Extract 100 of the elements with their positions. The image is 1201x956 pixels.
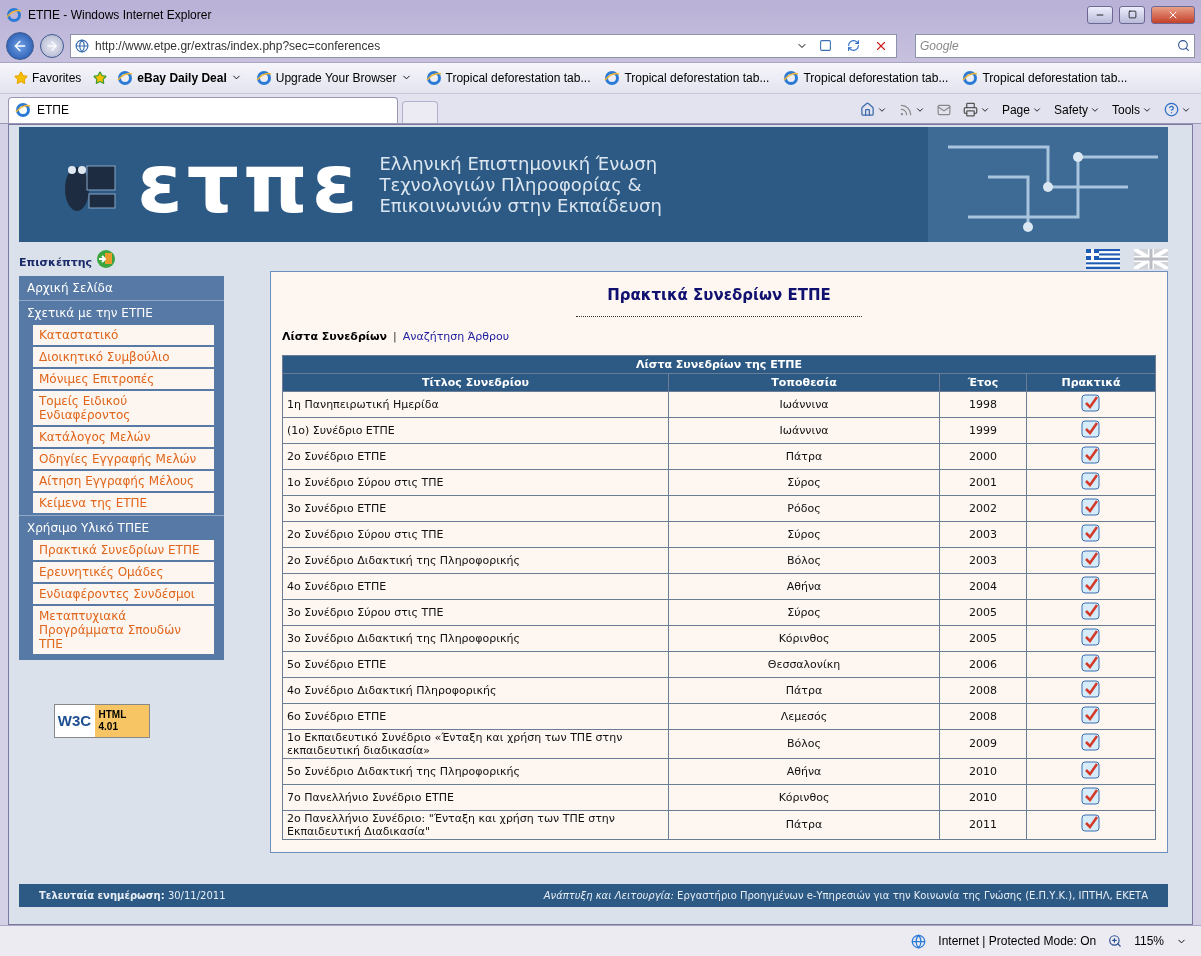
table-cell: Βόλος (668, 547, 940, 574)
add-favorite-icon[interactable] (93, 70, 108, 85)
document-edit-icon[interactable] (1081, 471, 1101, 490)
document-edit-icon[interactable] (1081, 814, 1101, 833)
table-cell: Σύρος (668, 469, 940, 496)
address-field[interactable]: http://www.etpe.gr/extras/index.php?sec=conferences (95, 38, 790, 53)
table-cell: Πάτρα (668, 443, 940, 470)
page-title: Πρακτικά Συνεδρίων ΕΤΠΕ (606, 285, 832, 304)
table-cell: 2000 (939, 443, 1027, 470)
table-cell: 2009 (939, 729, 1027, 759)
document-edit-icon[interactable] (1081, 575, 1101, 594)
close-button[interactable] (1151, 6, 1195, 24)
favorites-button[interactable]: Favorites (8, 68, 88, 87)
table-cell: 2010 (939, 784, 1027, 811)
table-cell: 5ο Συνέδριο Διδακτική της Πληροφορικής (282, 758, 669, 785)
browser-logo-icon (783, 69, 800, 86)
maximize-button[interactable] (1119, 6, 1145, 24)
menu-button[interactable]: Tools (1110, 102, 1154, 117)
sidebar-heading[interactable]: Σχετικά με την ΕΤΠΕ (19, 299, 224, 325)
table-cell: Αθήνα (668, 758, 940, 785)
table-cell: Βόλος (668, 729, 940, 759)
list-link[interactable]: Αναζήτηση Άρθρου (402, 329, 510, 343)
organization-name: Ελληνική Επιστημονική Ένωση (379, 152, 659, 174)
greek-flag-icon[interactable] (1086, 248, 1120, 269)
table-cell: 2005 (939, 625, 1027, 652)
favorite-link[interactable]: Upgrade Your Browser (251, 67, 416, 88)
table-cell: 2011 (939, 810, 1027, 840)
search-icon[interactable] (1177, 39, 1190, 53)
table-cell: Ρόδος (668, 495, 940, 522)
table-cell: 1η Πανηπειρωτική Ημερίδα (282, 391, 669, 418)
table-cell: 5ο Συνέδριο ΕΤΠΕ (282, 651, 669, 678)
home-icon (859, 102, 875, 118)
site-logo: ετπε (137, 143, 362, 226)
document-edit-icon[interactable] (1081, 497, 1101, 516)
browser-logo-icon (425, 69, 442, 86)
document-edit-icon[interactable] (1081, 786, 1101, 805)
star-icon (14, 70, 28, 85)
table-cell: 2ο Συνέδριο Σύρου στις ΤΠΕ (282, 521, 669, 548)
browser-logo-icon (604, 69, 621, 86)
list-link[interactable]: Λίστα Συνεδρίων (282, 329, 388, 343)
document-edit-icon[interactable] (1081, 705, 1101, 724)
search-bar[interactable]: Google (915, 33, 1195, 58)
document-edit-icon[interactable] (1081, 393, 1101, 412)
table-cell: 2002 (939, 495, 1027, 522)
table-cell: 4ο Συνέδριο ΕΤΠΕ (282, 573, 669, 600)
table-cell: Θεσσαλονίκη (668, 651, 940, 678)
table-cell: 2010 (939, 758, 1027, 785)
table-cell: 4ο Συνέδριο Διδακτική Πληροφορικής (282, 677, 669, 704)
organization-name: Τεχνολογιών Πληροφορίας & (379, 173, 642, 195)
favorite-link[interactable]: Tropical deforestation tab... (779, 67, 953, 88)
separator: | (393, 329, 397, 343)
browser-logo-icon (15, 102, 31, 119)
document-edit-icon[interactable] (1081, 419, 1101, 438)
browser-logo-icon (117, 69, 134, 86)
document-edit-icon[interactable] (1081, 601, 1101, 620)
zoom-level[interactable]: 115% (1134, 934, 1164, 948)
table-cell: Αθήνα (668, 573, 940, 600)
table-cell: Κόρινθος (668, 625, 940, 652)
table-cell: 7ο Πανελλήνιο Συνέδριο ΕΤΠΕ (282, 784, 669, 811)
menu-button[interactable]: Safety (1051, 102, 1102, 117)
table-cell: 6ο Συνέδριο ΕΤΠΕ (282, 703, 669, 730)
login-icon[interactable] (96, 248, 117, 269)
browser-tab[interactable]: ΕΤΠΕ (8, 96, 398, 123)
document-edit-icon[interactable] (1081, 445, 1101, 464)
zoom-icon[interactable] (1108, 934, 1123, 948)
document-edit-icon[interactable] (1081, 760, 1101, 779)
document-edit-icon[interactable] (1081, 679, 1101, 698)
document-edit-icon[interactable] (1081, 523, 1101, 542)
browser-logo-icon (255, 69, 272, 86)
favorite-link[interactable]: Tropical deforestation tab... (958, 67, 1132, 88)
back-button[interactable] (6, 31, 34, 60)
table-cell: 2ο Πανελλήνιο Συνέδριο: "Ένταξη και χρήση των ΤΠΕ στην Εκπαιδευτική Διαδικασία" (282, 810, 669, 840)
sidebar-heading[interactable]: Αρχική Σελίδα (19, 275, 224, 300)
table-cell: (1ο) Συνέδριο ΕΤΠΕ (282, 417, 669, 444)
favorite-link[interactable]: eBay Daily Deal (113, 67, 246, 88)
table-cell: 1998 (939, 391, 1027, 418)
table-caption: Λίστα Συνεδρίων της ΕΤΠΕ (282, 355, 1156, 374)
table-cell: Ιωάννινα (668, 391, 940, 418)
table-cell: Ιωάννινα (668, 417, 940, 444)
sidebar-heading[interactable]: Χρήσιμο Υλικό ΤΠΕΕ (19, 514, 224, 540)
printer-icon (962, 102, 978, 118)
document-edit-icon[interactable] (1081, 549, 1101, 568)
last-updated: Τελευταία ενημέρωση: 30/11/2011 (39, 890, 226, 902)
table-cell: Κόρινθος (668, 784, 940, 811)
browser-logo-icon (962, 69, 979, 86)
minimize-button[interactable] (1087, 6, 1113, 24)
table-cell: 3ο Συνέδριο Διδακτική της Πληροφορικής (282, 625, 669, 652)
table-cell: 2001 (939, 469, 1027, 496)
document-edit-icon[interactable] (1081, 653, 1101, 672)
table-cell: 2008 (939, 677, 1027, 704)
table-cell: 1ο Εκπαιδευτικό Συνέδριο «Ένταξη και χρήση των ΤΠΕ στην εκπαιδευτική διαδικασία» (282, 729, 669, 759)
document-edit-icon[interactable] (1081, 627, 1101, 646)
menu-button[interactable]: Page (999, 102, 1044, 117)
forward-button[interactable] (40, 33, 64, 58)
address-bar[interactable]: http://www.etpe.gr/extras/index.php?sec=conferences (70, 33, 897, 58)
document-edit-icon[interactable] (1081, 733, 1101, 752)
search-field[interactable]: Google (920, 38, 1173, 53)
favorite-link[interactable]: Tropical deforestation tab... (421, 67, 595, 88)
favorite-link[interactable]: Tropical deforestation tab... (600, 67, 774, 88)
table-cell: 2005 (939, 599, 1027, 626)
